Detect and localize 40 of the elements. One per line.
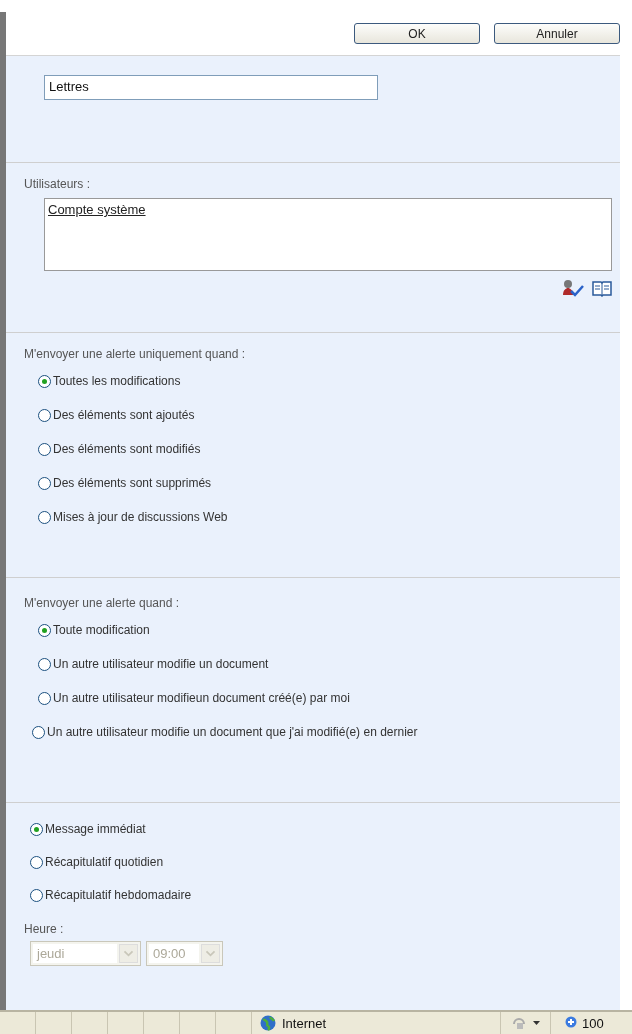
radio-button[interactable] [30,823,43,836]
radio-button[interactable] [38,624,51,637]
address-book-icon[interactable] [592,279,612,297]
radio-button[interactable] [38,511,51,524]
option-label: Mises à jour de discussions Web [53,509,228,526]
users-field[interactable]: Compte système [44,198,612,271]
option-label: Message immédiat [45,821,146,838]
option-label: Des éléments sont modifiés [53,441,201,458]
check-names-icon[interactable] [562,279,584,297]
field-label: Utilisateurs : [24,177,91,191]
caret-icon[interactable] [533,1021,540,1025]
radio-button[interactable] [38,477,51,490]
option-label: Récapitulatif quotidien [45,854,164,871]
option-label: Des éléments sont supprimés [53,475,212,492]
dialog-button[interactable]: Annuler [494,23,620,44]
radio-button[interactable] [38,375,51,388]
option-label: Un autre utilisateur modifieun document créé(e) par moi [53,690,350,707]
radio-button[interactable] [38,443,51,456]
radio-button[interactable] [30,856,43,869]
globe-icon [260,1015,276,1031]
option-label: Récapitulatif hebdomadaire [45,887,192,904]
option-label: Toute modification [53,622,150,639]
option-label: Des éléments sont ajoutés [53,407,195,424]
option-label: Un autre utilisateur modifie un document que j'ai modifié(e) en dernier [47,724,418,741]
dialog-button[interactable]: OK [354,23,480,44]
section-label: M'envoyer une alerte uniquement quand : [24,347,246,361]
user-link[interactable]: Compte système [48,202,146,217]
radio-button[interactable] [32,726,45,739]
option-label: Toutes les modifications [53,373,181,390]
zone-label: Internet [282,1015,327,1031]
radio-button[interactable] [38,692,51,705]
field-label: Heure : [24,922,64,936]
section-label: M'envoyer une alerte quand : [24,596,180,610]
radio-button[interactable] [38,658,51,671]
zoom-icon[interactable] [565,1016,579,1030]
title-field[interactable]: Lettres [44,75,378,100]
option-label: Un autre utilisateur modifie un document [53,656,269,673]
zoom-level[interactable]: 100 [582,1015,604,1031]
radio-button[interactable] [38,409,51,422]
radio-button[interactable] [30,889,43,902]
